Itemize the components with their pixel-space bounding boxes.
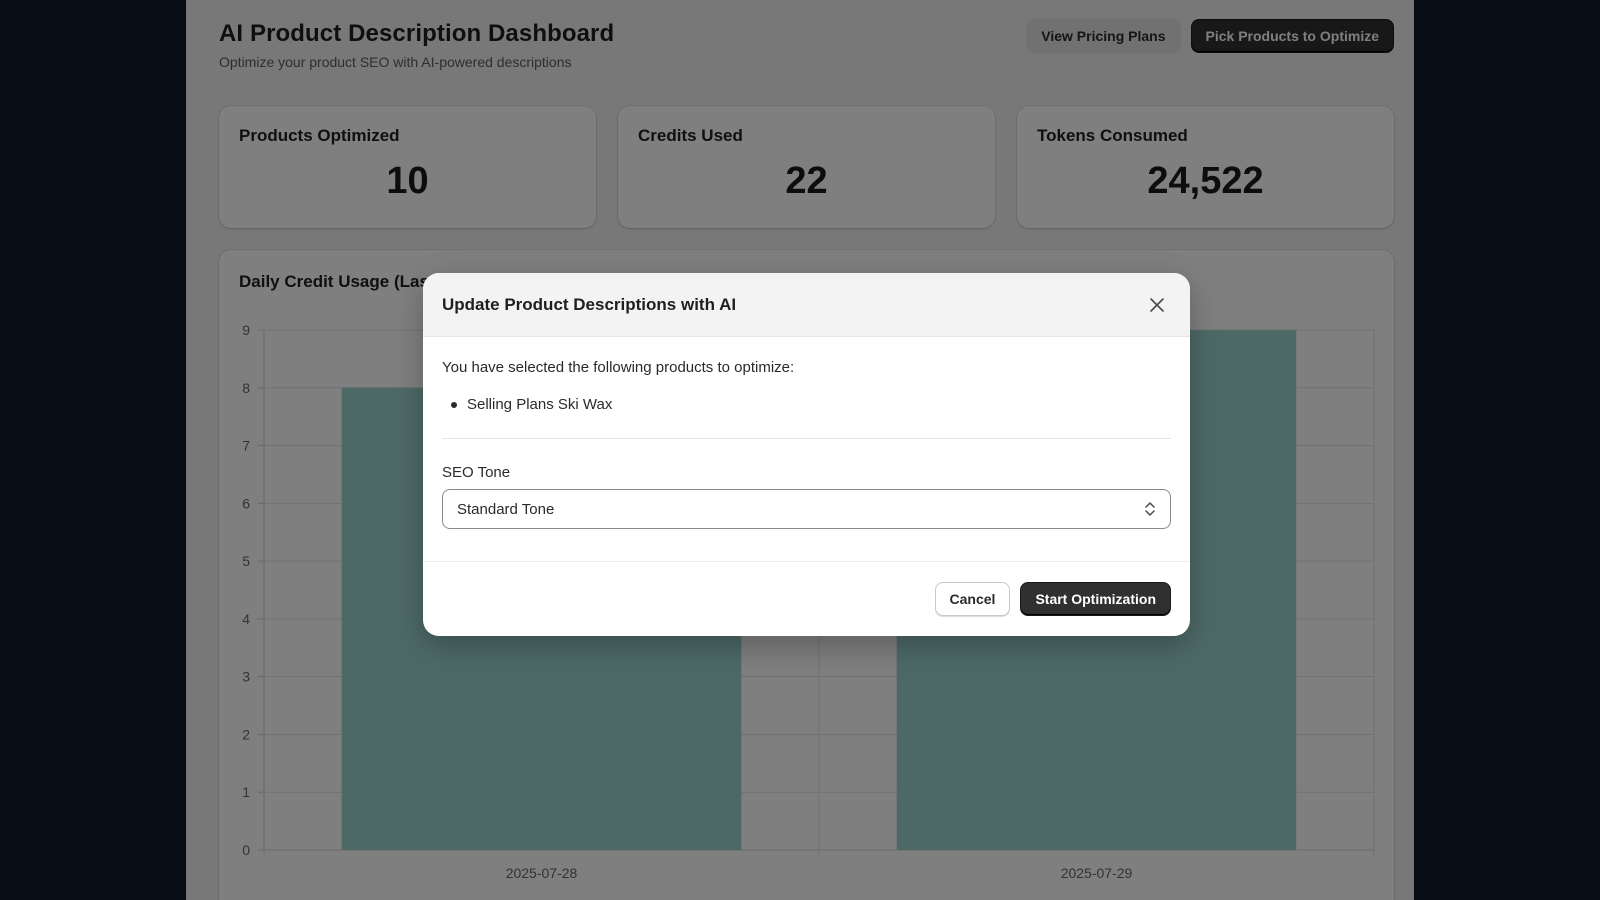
- selected-products-list: Selling Plans Ski Wax: [442, 396, 1171, 413]
- list-item: Selling Plans Ski Wax: [442, 396, 1171, 413]
- close-button[interactable]: [1143, 291, 1171, 319]
- cancel-button[interactable]: Cancel: [934, 582, 1011, 616]
- modal-footer: Cancel Start Optimization: [423, 561, 1190, 636]
- modal-intro: You have selected the following products…: [442, 359, 795, 376]
- modal-body: You have selected the following products…: [423, 337, 1190, 529]
- product-name: Selling Plans Ski Wax: [467, 396, 613, 413]
- update-descriptions-modal: Update Product Descriptions with AI You …: [423, 273, 1190, 636]
- close-icon: [1150, 297, 1164, 312]
- divider: [442, 438, 1171, 439]
- seo-tone-value: Standard Tone: [457, 500, 555, 518]
- start-optimization-button[interactable]: Start Optimization: [1020, 582, 1171, 616]
- chevron-up-down-icon: [1145, 502, 1155, 516]
- modal-header: Update Product Descriptions with AI: [423, 273, 1190, 337]
- seo-tone-label: SEO Tone: [442, 464, 511, 481]
- seo-tone-select[interactable]: Standard Tone: [442, 489, 1171, 529]
- modal-title: Update Product Descriptions with AI: [442, 294, 737, 314]
- bullet-icon: [451, 401, 457, 408]
